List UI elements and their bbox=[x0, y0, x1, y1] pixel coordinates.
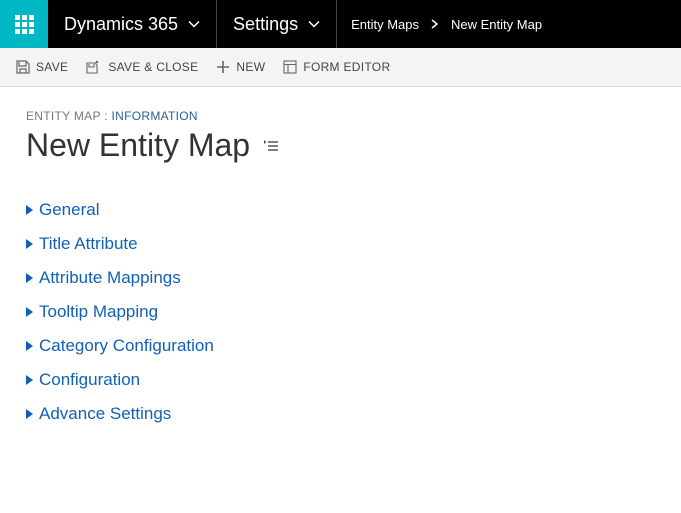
section-tooltip-mapping[interactable]: Tooltip Mapping bbox=[26, 302, 655, 322]
app-launcher-button[interactable] bbox=[0, 0, 48, 48]
form-editor-icon bbox=[283, 60, 297, 74]
section-category-configuration[interactable]: Category Configuration bbox=[26, 336, 655, 356]
top-nav: Dynamics 365 Settings Entity Maps New En… bbox=[0, 0, 681, 48]
section-title-attribute[interactable]: Title Attribute bbox=[26, 234, 655, 254]
breadcrumb: Entity Maps New Entity Map bbox=[337, 17, 556, 32]
record-type-suffix: INFORMATION bbox=[112, 109, 198, 123]
form-editor-button[interactable]: FORM EDITOR bbox=[283, 60, 390, 74]
nav-brand[interactable]: Dynamics 365 bbox=[48, 0, 217, 48]
section-label: Advance Settings bbox=[39, 404, 171, 424]
section-attribute-mappings[interactable]: Attribute Mappings bbox=[26, 268, 655, 288]
page-title: New Entity Map bbox=[26, 127, 250, 164]
save-label: SAVE bbox=[36, 60, 68, 74]
title-row: New Entity Map bbox=[26, 127, 655, 164]
triangle-right-icon bbox=[26, 239, 33, 249]
section-label: Attribute Mappings bbox=[39, 268, 181, 288]
section-label: Configuration bbox=[39, 370, 140, 390]
save-button[interactable]: SAVE bbox=[16, 60, 68, 74]
section-list: General Title Attribute Attribute Mappin… bbox=[26, 200, 655, 424]
save-close-label: SAVE & CLOSE bbox=[108, 60, 198, 74]
section-label: General bbox=[39, 200, 99, 220]
record-type-label: ENTITY MAP bbox=[26, 109, 101, 123]
page-content: ENTITY MAP : INFORMATION New Entity Map … bbox=[0, 87, 681, 446]
new-button[interactable]: NEW bbox=[216, 60, 265, 74]
waffle-icon bbox=[15, 15, 34, 34]
plus-icon bbox=[216, 60, 230, 74]
breadcrumb-current[interactable]: New Entity Map bbox=[451, 17, 542, 32]
record-type: ENTITY MAP : INFORMATION bbox=[26, 109, 655, 123]
command-bar: SAVE SAVE & CLOSE NEW FORM EDITOR bbox=[0, 48, 681, 87]
save-close-button[interactable]: SAVE & CLOSE bbox=[86, 60, 198, 74]
section-label: Category Configuration bbox=[39, 336, 214, 356]
triangle-right-icon bbox=[26, 205, 33, 215]
section-general[interactable]: General bbox=[26, 200, 655, 220]
section-label: Title Attribute bbox=[39, 234, 138, 254]
triangle-right-icon bbox=[26, 341, 33, 351]
breadcrumb-parent[interactable]: Entity Maps bbox=[351, 17, 419, 32]
nav-brand-label: Dynamics 365 bbox=[64, 14, 178, 35]
nav-area-label: Settings bbox=[233, 14, 298, 35]
save-close-icon bbox=[86, 60, 102, 74]
triangle-right-icon bbox=[26, 273, 33, 283]
section-label: Tooltip Mapping bbox=[39, 302, 158, 322]
triangle-right-icon bbox=[26, 409, 33, 419]
nav-area[interactable]: Settings bbox=[217, 0, 337, 48]
section-configuration[interactable]: Configuration bbox=[26, 370, 655, 390]
triangle-right-icon bbox=[26, 375, 33, 385]
chevron-down-icon bbox=[308, 18, 320, 30]
save-icon bbox=[16, 60, 30, 74]
form-editor-label: FORM EDITOR bbox=[303, 60, 390, 74]
chevron-right-icon bbox=[431, 17, 439, 32]
new-label: NEW bbox=[236, 60, 265, 74]
list-icon[interactable] bbox=[264, 140, 278, 152]
triangle-right-icon bbox=[26, 307, 33, 317]
section-advance-settings[interactable]: Advance Settings bbox=[26, 404, 655, 424]
chevron-down-icon bbox=[188, 18, 200, 30]
